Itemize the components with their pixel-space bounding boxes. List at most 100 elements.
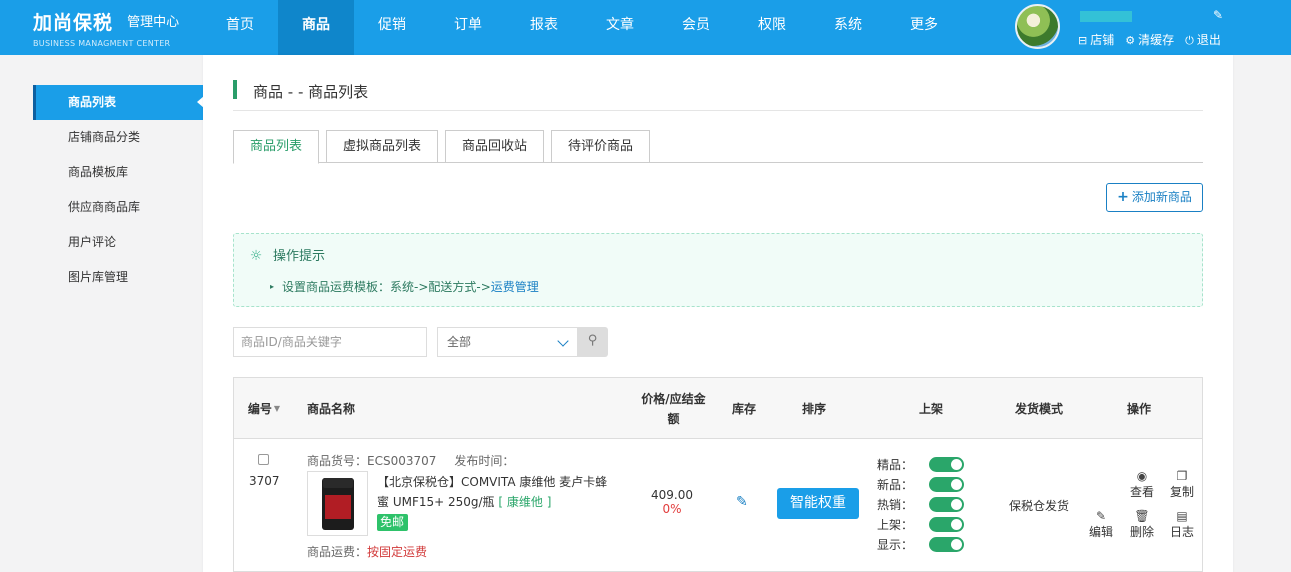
tab-goods-list[interactable]: 商品列表	[233, 130, 320, 164]
toggle-hot-switch[interactable]	[929, 496, 964, 512]
nav-more[interactable]: 更多	[886, 0, 962, 55]
nav-permissions[interactable]: 权限	[734, 0, 810, 55]
header-links: ⊟ 店铺 ⚙ 清缓存 ⏻ 退出	[1078, 31, 1232, 48]
edit-icon: ✎	[1095, 509, 1107, 523]
toggle-best-switch[interactable]	[929, 456, 964, 472]
toggle-onsale-label: 上架：	[877, 517, 914, 532]
log-icon: ▤	[1176, 509, 1188, 523]
shop-label: 店铺	[1090, 33, 1115, 47]
add-goods-button[interactable]: + 添加新商品	[1106, 183, 1203, 212]
product-image-lid	[323, 478, 353, 488]
toggle-show-switch[interactable]	[929, 536, 964, 552]
sidebar-item-gallery[interactable]: 图片库管理	[33, 260, 203, 295]
sku-line: 商品货号：ECS003707 发布时间：	[307, 452, 514, 469]
logout-link[interactable]: ⏻ 退出	[1185, 31, 1221, 48]
edit-action[interactable]: ✎ 编辑	[1086, 508, 1116, 540]
nav-promotion[interactable]: 促销	[354, 0, 430, 55]
view-label: 查看	[1129, 485, 1154, 499]
row-id: 3707	[249, 474, 280, 488]
nav-goods[interactable]: 商品	[278, 0, 354, 55]
view-action[interactable]: ◉ 查看	[1127, 468, 1157, 500]
header-id[interactable]: 编号 ▼	[234, 378, 294, 439]
copy-label: 复制	[1169, 485, 1194, 499]
logout-label: 退出	[1196, 33, 1221, 47]
toggle-onsale: 上架：	[877, 514, 964, 534]
toggle-new-switch[interactable]	[929, 476, 964, 492]
delete-label: 删除	[1129, 525, 1154, 539]
trash-icon: 🗑	[1134, 509, 1150, 523]
username-redacted	[1080, 11, 1132, 22]
tips-text: 设置商品运费模板：系统->配送方式->	[282, 280, 491, 294]
header-sort: 排序	[801, 401, 826, 416]
nav-members[interactable]: 会员	[658, 0, 734, 55]
header-actions: 操作	[1126, 401, 1151, 416]
sidebar-item-reviews[interactable]: 用户评论	[33, 225, 203, 260]
product-image	[322, 478, 354, 530]
toggle-onsale-switch[interactable]	[929, 516, 964, 532]
gear-icon: ⚙	[1125, 34, 1136, 47]
toggle-show-label: 显示：	[877, 537, 914, 552]
header-name: 商品名称	[307, 401, 356, 416]
price-cell: 409.00 0%	[632, 488, 712, 516]
delete-action[interactable]: 🗑 删除	[1127, 508, 1157, 540]
add-goods-label: 添加新商品	[1131, 190, 1192, 204]
tab-pending-review[interactable]: 待评价商品	[551, 130, 651, 163]
search-input[interactable]: 商品ID/商品关键字	[233, 327, 427, 357]
sidebar-item-goods-list[interactable]: 商品列表	[33, 85, 204, 120]
goods-table: 编号 ▼ 商品名称 价格/应结金额 库存 排序 上架 发货模式 操作 3707 商…	[233, 377, 1203, 572]
copy-action[interactable]: ❐ 复制	[1167, 468, 1197, 500]
tab-recycle-bin[interactable]: 商品回收站	[445, 130, 545, 163]
nav-reports[interactable]: 报表	[506, 0, 582, 55]
category-select[interactable]: 全部	[437, 327, 578, 357]
power-icon: ⏻	[1185, 34, 1194, 47]
nav-orders[interactable]: 订单	[430, 0, 506, 55]
nav-system[interactable]: 系统	[810, 0, 886, 55]
page-title: 商品 - - 商品列表	[253, 83, 369, 101]
bullet-icon: ▸	[270, 282, 275, 291]
copy-icon: ❐	[1176, 469, 1188, 483]
product-brand: [ 康维他 ]	[498, 495, 552, 509]
log-action[interactable]: ▤ 日志	[1167, 508, 1197, 540]
eye-icon: ◉	[1136, 469, 1148, 483]
edit-label: 编辑	[1088, 525, 1113, 539]
edit-stock-icon[interactable]: ✎	[736, 494, 748, 510]
page-title-bar: 商品 - - 商品列表	[233, 80, 1203, 111]
tab-virtual-goods[interactable]: 虚拟商品列表	[326, 130, 439, 163]
sidebar-item-templates[interactable]: 商品模板库	[33, 155, 203, 190]
sidebar-item-supplier-goods[interactable]: 供应商商品库	[33, 190, 203, 225]
tips-header: ☼ 操作提示	[247, 245, 325, 264]
plus-icon: +	[1117, 189, 1129, 205]
shipping-value: 按固定运费	[367, 545, 428, 559]
ship-mode: 保税仓发货	[1009, 499, 1070, 513]
shipping-fee-link[interactable]: 运费管理	[491, 280, 539, 294]
search-button[interactable]: ⚲	[577, 327, 608, 357]
header-ship-mode: 发货模式	[1014, 401, 1063, 416]
toggle-best-label: 精品：	[877, 457, 914, 472]
header-id-label: 编号	[247, 401, 272, 416]
smart-weight-button[interactable]: 智能权重	[777, 488, 859, 519]
table-header: 编号 ▼ 商品名称 价格/应结金额 库存 排序 上架 发货模式 操作	[234, 378, 1202, 439]
product-title-block: 【北京保税仓】COMVITA 康维他 麦卢卡蜂蜜 UMF15+ 250g/瓶 […	[377, 472, 612, 532]
brand-english: BUSINESS MANAGMENT CENTER	[33, 39, 171, 48]
row-checkbox[interactable]	[258, 454, 269, 465]
clear-cache-link[interactable]: ⚙ 清缓存	[1125, 31, 1174, 48]
sidebar-item-shop-categories[interactable]: 店铺商品分类	[33, 120, 203, 155]
select-value: 全部	[447, 335, 472, 349]
brand-subtitle: 管理中心	[127, 15, 180, 30]
edit-icon[interactable]: ✎	[1213, 8, 1223, 22]
bulb-icon: ☼	[249, 248, 263, 264]
top-bar: 加尚保税 管理中心 BUSINESS MANAGMENT CENTER 首页 商…	[0, 0, 1291, 55]
shop-link[interactable]: ⊟ 店铺	[1078, 31, 1114, 48]
search-icon: ⚲	[587, 333, 598, 348]
avatar[interactable]	[1015, 4, 1060, 49]
sidebar: 商品列表 店铺商品分类 商品模板库 供应商商品库 用户评论 图片库管理	[33, 85, 204, 295]
chevron-down-icon	[557, 335, 569, 347]
header-stock: 库存	[731, 401, 756, 416]
product-thumbnail[interactable]	[307, 471, 368, 536]
product-title[interactable]: 【北京保税仓】COMVITA 康维他 麦卢卡蜂蜜 UMF15+ 250g/瓶	[377, 475, 607, 509]
toggle-new: 新品：	[877, 474, 964, 494]
publish-label: 发布时间：	[454, 454, 515, 468]
toggle-best: 精品：	[877, 454, 964, 474]
nav-home[interactable]: 首页	[202, 0, 278, 55]
nav-articles[interactable]: 文章	[582, 0, 658, 55]
